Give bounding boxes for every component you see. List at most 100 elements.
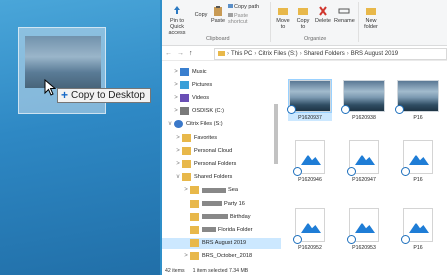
cloud-sync-icon [293,235,302,244]
chevron-right-icon[interactable]: > [174,161,182,167]
chevron-right-icon[interactable]: > [172,69,180,75]
file-name: P16 [413,245,423,251]
nav-item-label: Videos [192,94,210,101]
photo-thumbnail [287,79,332,114]
desktop[interactable]: + Copy to Desktop [0,0,160,275]
folder-icon [190,252,199,261]
chevron-down-icon[interactable]: v [174,174,182,180]
copy-label: Copy [194,12,208,18]
chevron-right-icon[interactable]: > [182,253,190,259]
new-folder-icon [366,8,376,15]
nav-scrollbar[interactable] [273,64,279,264]
chevron-right-icon[interactable]: > [172,95,180,101]
breadcrumb-item[interactable]: Shared Folders [304,51,345,57]
folder-icon [182,173,191,182]
paste-button[interactable]: Paste [209,6,227,24]
folder-icon [218,51,225,56]
folder-icon [190,199,199,208]
copy-to-icon [298,8,308,15]
pin-quick-access-button[interactable]: Pin to Quick access [164,6,190,36]
nav-item[interactable]: Party 16 [162,198,281,209]
breadcrumb[interactable]: › This PC › Citrix Files (S:) › Shared F… [214,47,447,60]
copy-button[interactable]: Copy [194,12,208,18]
chevron-right-icon[interactable]: > [174,148,182,154]
file-tile[interactable]: P16 [396,208,440,251]
nav-item[interactable]: > Sea [162,185,281,196]
nav-item[interactable]: > Pictures [162,79,281,90]
file-name: P1620938 [352,115,376,121]
nav-item[interactable]: Florida Folder [162,224,281,235]
new-folder-button[interactable]: New folder [362,6,380,30]
nav-item[interactable]: Birthday [162,211,281,222]
organize-group-label: Organize [304,36,327,42]
ribbon: Pin to Quick access Copy Paste Copy path… [162,0,447,46]
file-tile[interactable]: P1620938 [341,80,386,121]
move-to-button[interactable]: Move to [274,6,292,30]
plus-icon: + [61,88,69,102]
ribbon-divider [358,2,359,42]
copy-path-button[interactable]: Copy path [228,4,262,10]
chevron-right-icon[interactable]: > [182,187,190,193]
nav-item[interactable]: > Videos [162,92,281,103]
file-tile[interactable]: P1620946 [288,140,332,183]
file-tile[interactable]: P16 [396,140,440,183]
nav-item[interactable]: v Shared Folders [162,172,281,183]
selection-info: 1 item selected 7.34 MB [192,267,249,274]
nav-item-label: Sea [228,187,238,194]
rename-button[interactable]: Rename [334,6,355,24]
move-to-icon [278,8,288,15]
citrix-icon [174,120,183,129]
nav-item-label: Personal Folders [194,160,237,167]
paste-shortcut-button[interactable]: Paste shortcut [228,13,268,25]
file-tile[interactable]: P1620953 [342,208,386,251]
breadcrumb-item[interactable]: BRS August 2019 [351,51,398,57]
nav-item[interactable]: > Favorites [162,132,281,143]
file-tile[interactable]: P1620947 [342,140,386,183]
drag-thumbnail [25,36,101,88]
pin-label: Pin to Quick access [168,18,186,36]
folder-icon [182,159,191,168]
photo-thumbnail [395,80,439,114]
pin-icon [174,6,180,14]
nav-scroll-thumb[interactable] [274,104,278,164]
drive-icon [180,107,189,116]
breadcrumb-item[interactable]: Citrix Files (S:) [258,51,297,57]
delete-icon [319,6,327,16]
paste-icon [214,6,222,16]
copy-to-button[interactable]: Copy to [294,6,312,30]
copy-path-icon [228,4,233,8]
nav-item[interactable]: BRS August 2019 [162,237,281,249]
delete-button[interactable]: Delete [314,6,332,24]
ribbon-divider [270,2,271,42]
navigation-pane: > Music > Pictures > Videos > OSDISK (C:) v Citri… [162,62,283,265]
forward-arrow-icon[interactable]: → [177,50,186,57]
photo-thumbnail [341,80,385,114]
image-file-icon [401,208,433,244]
file-explorer-window: Pin to Quick access Copy Paste Copy path… [162,0,447,275]
file-tile[interactable]: P1620952 [288,208,332,251]
nav-item-label: Pictures [192,81,213,88]
nav-item[interactable]: > Personal Cloud [162,145,281,156]
nav-item[interactable]: > Music [162,66,281,77]
nav-item[interactable]: > BRS_October_2018 [162,251,281,262]
paste-label: Paste [210,18,226,24]
file-list: P1620937 P1620938 P16 P1620946 P1620947 … [286,62,447,265]
nav-item-label: Birthday [230,213,251,220]
nav-item[interactable]: > OSDISK (C:) [162,106,281,117]
nav-item[interactable]: v Citrix Files (S:) [162,119,281,130]
file-name: P1620953 [352,245,376,251]
back-arrow-icon[interactable]: ← [165,50,174,57]
chevron-down-icon[interactable]: v [166,121,174,127]
up-arrow-icon[interactable]: ↑ [189,50,195,57]
music-icon [180,67,189,76]
file-tile[interactable]: P16 [395,80,440,121]
cloud-sync-icon [293,167,302,176]
chevron-right-icon[interactable]: > [174,135,182,141]
nav-item[interactable]: > Personal Folders [162,158,281,169]
address-bar: ← → ↑ › This PC › Citrix Files (S:) › Sh… [162,47,447,61]
breadcrumb-item[interactable]: This PC [231,51,252,57]
file-tile[interactable]: P1620937 [287,79,332,121]
chevron-right-icon[interactable]: > [172,108,180,114]
chevron-right-icon[interactable]: > [172,82,180,88]
file-name: P1620946 [298,177,322,183]
